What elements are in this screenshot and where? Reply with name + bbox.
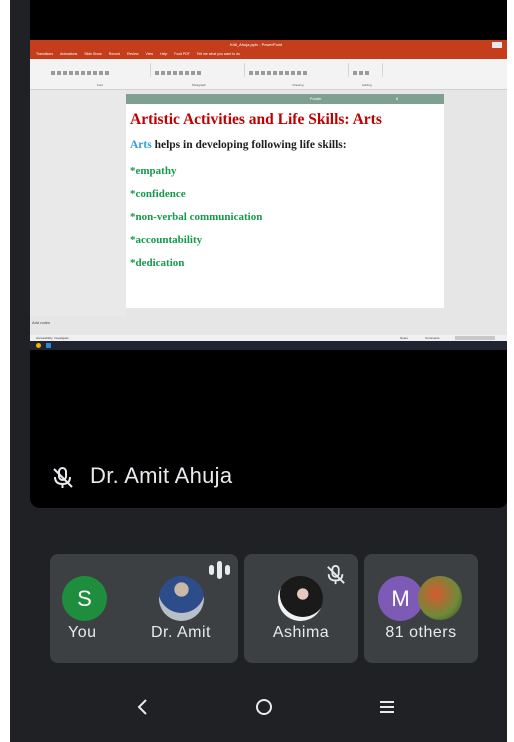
participant-tile-dr-amit[interactable]: Dr. Amit <box>124 554 238 663</box>
participant-label: Dr. Amit <box>150 624 211 641</box>
intro-rest: helps in developing following life skill… <box>151 139 347 151</box>
tab-slide-show[interactable]: Slide Show <box>84 52 102 56</box>
speaking-bars-icon <box>209 561 230 579</box>
tab-view[interactable]: View <box>146 52 154 56</box>
ribbon-group-drawing: Drawing <box>248 63 349 87</box>
participant-label: Ashima <box>272 624 330 641</box>
mic-off-icon <box>53 467 73 488</box>
window-controls[interactable] <box>492 42 502 48</box>
avatar <box>418 576 462 620</box>
slide-number: 8 <box>396 96 399 101</box>
skill-item: *dedication <box>130 257 185 269</box>
ribbon-tabs: Transitions Animations Slide Show Record… <box>30 50 507 59</box>
avatar <box>159 576 204 621</box>
ribbon-group-label: Paragraph <box>191 83 206 87</box>
ribbon-group-font: Font <box>50 63 151 87</box>
slide-pane-margin <box>30 90 126 325</box>
menu-nav-icon[interactable] <box>379 698 395 716</box>
skill-item: *confidence <box>130 188 186 200</box>
slide-title: Artistic Activities and Life Skills: Art… <box>130 111 382 128</box>
ribbon-group-editing: Editing <box>352 63 383 87</box>
ribbon-group-label: Editing <box>362 83 372 87</box>
slide-intro: Arts helps in developing following life … <box>130 139 347 151</box>
shared-screen-stage: Kriti_Ahuja.pptx - PowerPoint Transition… <box>30 0 507 508</box>
ribbon-group-label: Drawing <box>292 83 304 87</box>
slide-footer-bar: Footer 8 <box>126 94 444 104</box>
avatar: S <box>62 576 107 621</box>
participant-tile-ashima[interactable]: Ashima <box>244 554 358 663</box>
phone-screen: Kriti_Ahuja.pptx - PowerPoint Transition… <box>10 0 507 742</box>
avatar <box>278 576 323 621</box>
powerpoint-window: Kriti_Ahuja.pptx - PowerPoint Transition… <box>30 40 507 350</box>
window-title: Kriti_Ahuja.pptx - PowerPoint <box>230 42 283 47</box>
active-speaker-name: Dr. Amit Ahuja <box>90 463 233 488</box>
home-nav-icon[interactable] <box>255 698 273 716</box>
ribbon-group-paragraph: Paragraph <box>154 63 245 87</box>
tab-transitions[interactable]: Transitions <box>36 52 53 56</box>
ribbon: Font Paragraph Drawing Editing <box>30 59 507 90</box>
back-nav-icon[interactable] <box>136 698 148 716</box>
tab-animations[interactable]: Animations <box>60 52 77 56</box>
slide-canvas: Footer 8 Artistic Activities and Life Sk… <box>126 94 444 308</box>
notes-pane[interactable]: Add notes <box>30 316 507 336</box>
tell-me-search[interactable]: Tell me what you want to do <box>197 52 240 56</box>
mic-off-icon <box>327 565 345 585</box>
windows-taskbar <box>30 341 507 350</box>
skill-item: *accountability <box>130 234 203 246</box>
tab-review[interactable]: Review <box>127 52 138 56</box>
ribbon-group-label: Font <box>96 83 103 87</box>
tab-foxit-pdf[interactable]: Foxit PDF <box>174 52 190 56</box>
window-title-bar: Kriti_Ahuja.pptx - PowerPoint <box>30 40 507 50</box>
tab-help[interactable]: Help <box>160 52 167 56</box>
app-icon[interactable] <box>46 343 51 348</box>
skill-item: *non-verbal communication <box>130 211 263 223</box>
intro-highlight: Arts <box>130 139 152 151</box>
participant-tile-others[interactable]: M 81 others <box>364 554 478 663</box>
participant-label: 81 others <box>385 624 457 641</box>
view-buttons[interactable] <box>455 336 495 340</box>
slide-footer-label: Footer <box>310 96 322 101</box>
skill-item: *empathy <box>130 165 177 177</box>
notes-placeholder: Add notes <box>32 320 51 325</box>
tab-record[interactable]: Record <box>109 52 120 56</box>
chrome-icon[interactable] <box>36 343 41 348</box>
avatar: M <box>378 576 423 621</box>
